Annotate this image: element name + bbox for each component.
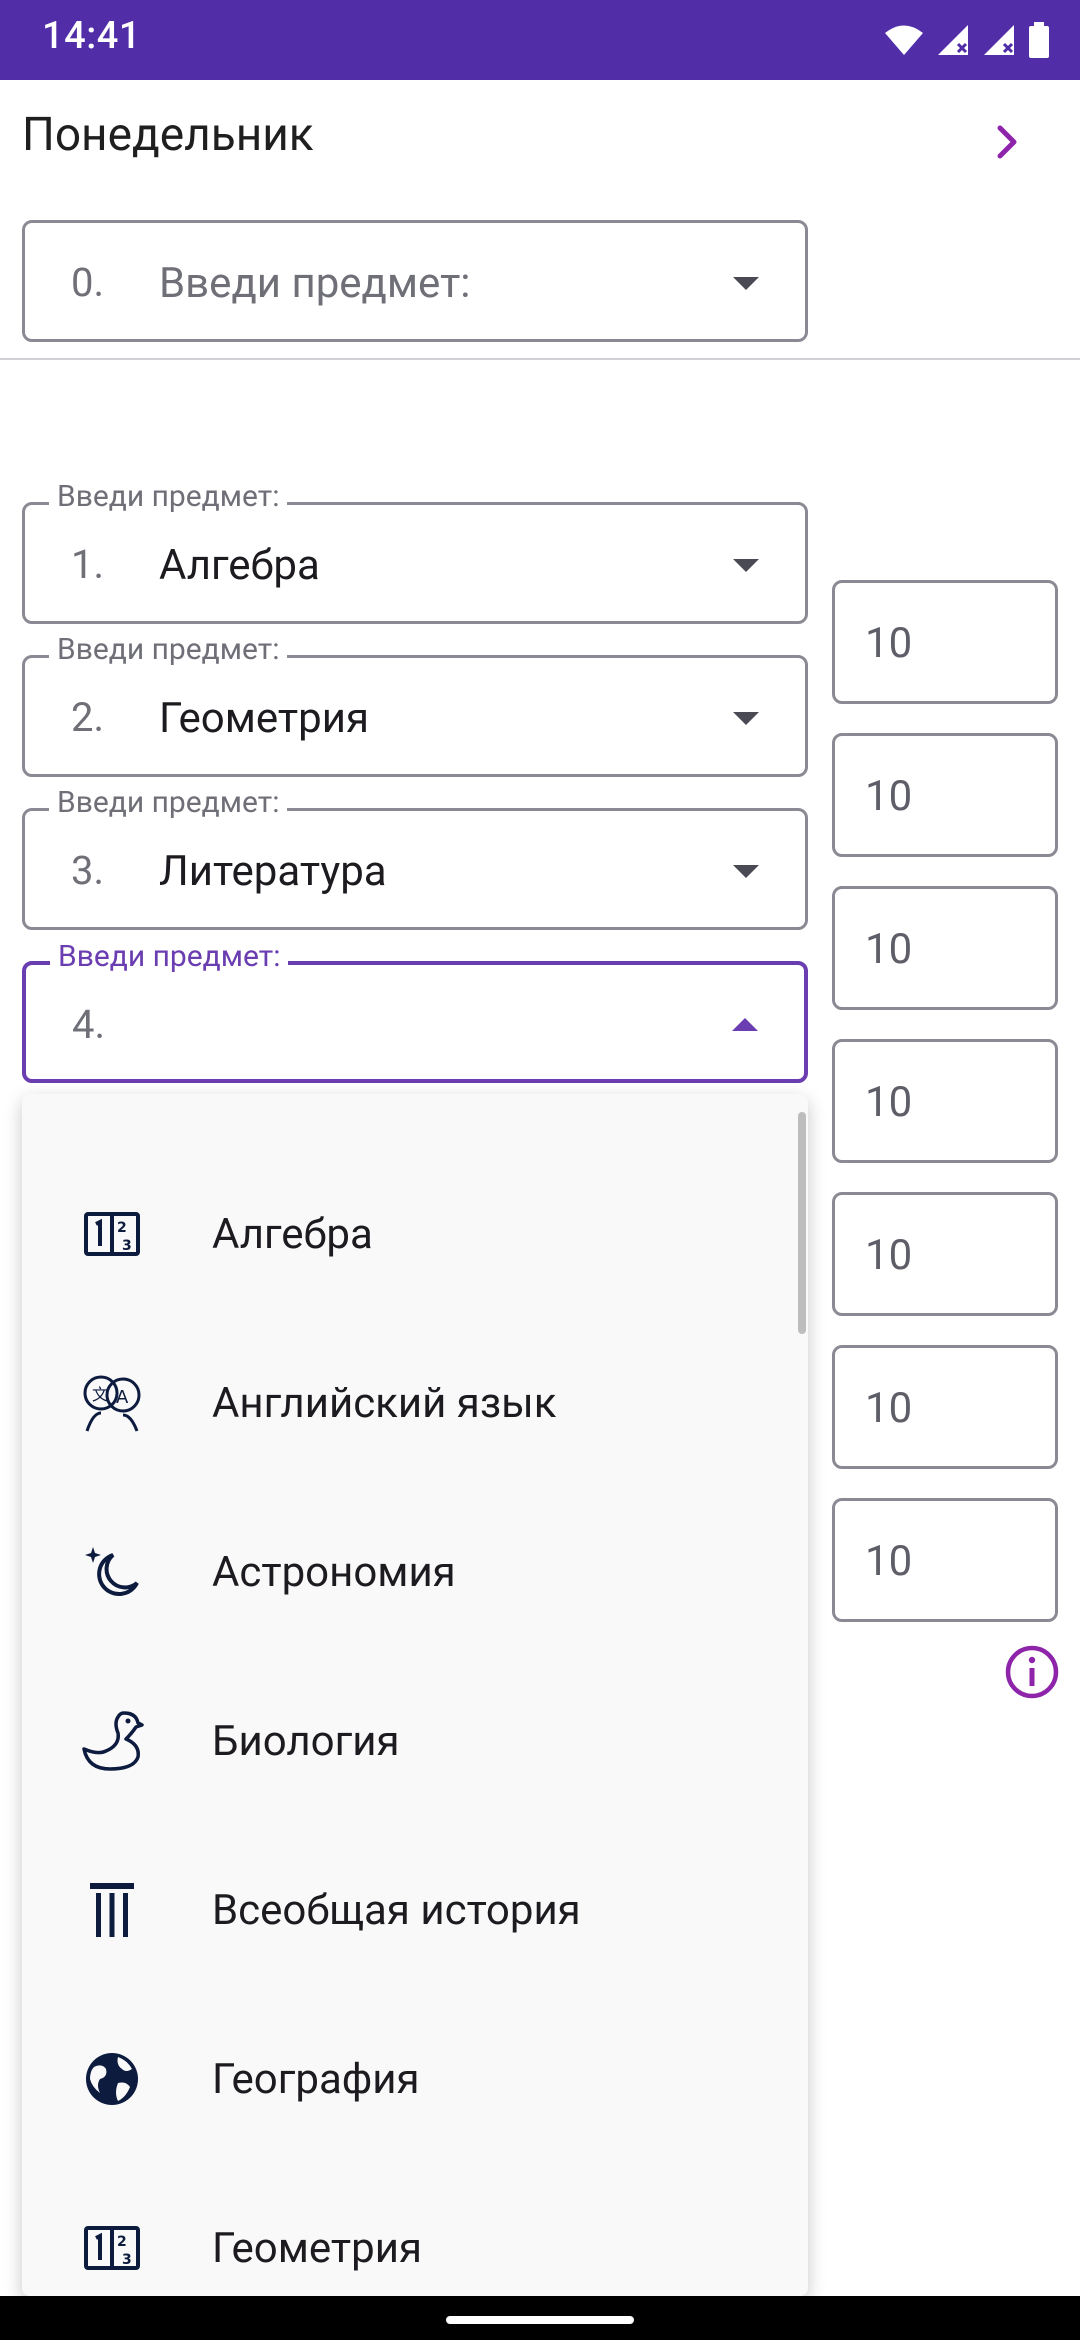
pillar-icon [74,1872,150,1948]
battery-icon [1028,22,1050,58]
grade-input-7[interactable]: 10 [832,1498,1058,1622]
svg-text:2: 2 [117,1220,127,1236]
geometry-icon: 23 [74,2210,150,2286]
dropdown-arrow-icon [731,863,761,883]
lesson-subject: Геометрия [159,694,369,743]
grade-value: 10 [865,1384,913,1433]
dropdown-item-english[interactable]: 文A Английский язык [22,1319,808,1487]
lesson-number: 4. [72,1001,106,1048]
language-icon: 文A [74,1365,150,1441]
dropdown-item-label: Всеобщая история [212,1886,581,1935]
svg-text:3: 3 [122,1238,132,1254]
grade-input-2[interactable]: 10 [832,733,1058,857]
home-gesture-handle[interactable] [446,2316,634,2324]
dropdown-item-label: География [212,2055,420,2104]
info-button[interactable] [1004,1644,1060,1700]
lesson-number: 2. [71,694,105,741]
dropdown-item-geometry[interactable]: 23 Геометрия [22,2164,808,2296]
wifi-icon [884,24,924,56]
grade-input-6[interactable]: 10 [832,1345,1058,1469]
lesson-3-select[interactable]: Введи предмет: 3. Литература [22,785,808,930]
grade-value: 10 [865,1537,913,1586]
dropdown-item-biology[interactable]: Биология [22,1657,808,1825]
dropdown-item-label: Геометрия [212,2224,422,2273]
field-legend: Введи предмет: [50,939,289,975]
lesson-number: 3. [71,847,105,894]
divider [0,358,1080,360]
subject-dropdown-menu: 23 Алгебра 文A Английский язык Астрономия… [22,1094,808,2296]
status-bar: 14:41 [0,0,1080,80]
dropdown-item-label: Английский язык [212,1379,557,1428]
svg-text:3: 3 [122,2252,132,2268]
algebra-icon: 23 [74,1196,150,1272]
dropdown-item-algebra[interactable]: 23 Алгебра [22,1150,808,1318]
field-legend: Введи предмет: [49,632,288,668]
grade-input-1[interactable]: 10 [832,580,1058,704]
svg-text:A: A [116,1387,129,1408]
dropdown-scrollbar[interactable] [798,1112,806,1334]
field-legend: Введи предмет: [49,785,288,821]
grade-input-4[interactable]: 10 [832,1039,1058,1163]
field-legend: Введи предмет: [49,479,288,515]
next-day-button[interactable] [980,112,1036,176]
grade-input-3[interactable]: 10 [832,886,1058,1010]
grade-value: 10 [865,772,913,821]
dropdown-item-label: Биология [212,1717,400,1766]
dropdown-item-label: Алгебра [212,1210,373,1259]
signal-icon [936,24,970,56]
info-icon [1004,1645,1060,1704]
lesson-number: 0. [71,259,105,306]
status-icons [884,18,1050,62]
grade-value: 10 [865,1231,913,1280]
lesson-1-select[interactable]: Введи предмет: 1. Алгебра [22,479,808,624]
dropdown-item-world-history[interactable]: Всеобщая история [22,1826,808,1994]
signal-icon [982,24,1016,56]
lesson-0-select[interactable]: 0. Введи предмет: [22,220,808,342]
globe-icon [74,2041,150,2117]
navigation-bar [0,2296,1080,2340]
dropdown-arrow-icon [731,275,761,295]
svg-text:2: 2 [117,2234,127,2250]
dropdown-item-geography[interactable]: География [22,1995,808,2163]
dropdown-arrow-up-icon [730,1017,760,1037]
chevron-right-icon [994,122,1022,166]
grade-value: 10 [865,619,913,668]
lesson-subject: Алгебра [159,541,320,590]
day-title: Понедельник [22,108,314,162]
lesson-4-select[interactable]: Введи предмет: 4. [22,939,808,1083]
duck-icon [74,1703,150,1779]
grade-value: 10 [865,1078,913,1127]
lesson-2-select[interactable]: Введи предмет: 2. Геометрия [22,632,808,777]
lesson-subject: Литература [159,847,387,896]
grade-input-5[interactable]: 10 [832,1192,1058,1316]
moon-star-icon [74,1534,150,1610]
dropdown-item-astronomy[interactable]: Астрономия [22,1488,808,1656]
lesson-placeholder: Введи предмет: [159,259,471,308]
svg-text:文: 文 [92,1385,108,1404]
dropdown-item-label: Астрономия [212,1548,456,1597]
dropdown-arrow-icon [731,710,761,730]
status-time: 14:41 [42,14,141,58]
grade-value: 10 [865,925,913,974]
dropdown-arrow-icon [731,557,761,577]
lesson-number: 1. [71,541,105,588]
